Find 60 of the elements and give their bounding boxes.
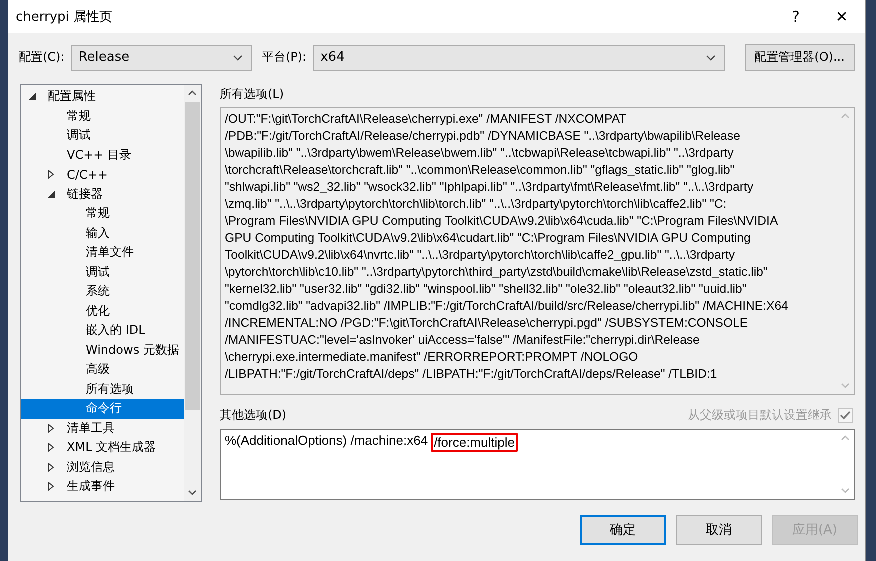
scroll-down-icon	[841, 488, 850, 494]
scrollbar[interactable]	[184, 85, 201, 501]
option-line: /OUT:"F:\git\TorchCraftAI\Release\cherrypi.exe" /MANIFEST /NXCOMPAT	[225, 111, 628, 128]
tree-item[interactable]: 高级	[21, 360, 184, 380]
option-line: /MANIFESTUAC:"level='asInvoker' uiAccess='false'" /ManifestFile:"cherrypi.dir\Release	[225, 332, 701, 349]
tree-item[interactable]: 清单工具	[21, 418, 184, 438]
tree-item[interactable]: 所有选项	[21, 380, 184, 399]
tree-item[interactable]: 清单文件	[21, 243, 184, 262]
option-line: "shlwapi.lib" "ws2_32.lib" "wsock32.lib" "Iphlpapi.lib" "..\3rdparty\fmt\Release\fmt.lib" "..\..\3rdparty	[225, 179, 754, 196]
option-line: \cherrypi.exe.intermediate.manifest" /ERRORREPORT:PROMPT /NOLOGO	[225, 349, 640, 366]
chevron-down-icon	[232, 54, 243, 60]
option-line: /LIBPATH:"F:/git/TorchCraftAI/deps" /LIBPATH:"F:/git/TorchCraftAI/deps/Release" /TLBID:1	[225, 366, 718, 383]
chevron-down-icon	[706, 54, 716, 60]
tree-item[interactable]: XML 文档生成器	[21, 438, 184, 458]
option-line: \Program Files\NVIDIA GPU Computing Toolkit\CUDA\v9.2\lib\x64\cuda.lib" "C:\Program Files\NVIDIA	[225, 213, 780, 230]
option-line: \bwapilib.lib" "..\3rdparty\bwem\Release\bwem.lib" "..\tcbwapi\Release\tcbwapi.lib" "..\3rdparty	[225, 145, 735, 162]
tree-item[interactable]: 链接器	[21, 184, 184, 204]
tree-item[interactable]: 配置属性	[21, 87, 184, 106]
dialog-button[interactable]: 取消	[676, 515, 762, 545]
option-line: Toolkit\CUDA\v9.2\lib\x64\nvrtc.lib" "..\..\3rdparty\pytorch\torch\lib\caffe2_gpu.lib" "..\..\3rdparty	[225, 247, 736, 264]
option-line: \pytorch\torch\lib\c10.lib" "..\3rdparty\pytorch\third_party\zstd\build\cmake\lib\Release\zstd_static.lib"	[225, 264, 769, 281]
tree-item[interactable]: 调试	[21, 262, 184, 282]
tree-item[interactable]: 命令行	[21, 399, 184, 418]
scroll-up-icon	[841, 113, 850, 119]
window-title: cherrypi 属性页	[16, 8, 114, 26]
tree-item[interactable]: 生成事件	[21, 477, 184, 496]
other-options-label: 其他选项(D)	[220, 406, 288, 424]
tree-item[interactable]: 系统	[21, 282, 184, 302]
config-label: 配置(C):	[19, 49, 65, 66]
platform-label: 平台(P):	[262, 49, 307, 66]
all-options-label: 所有选项(L)	[220, 86, 286, 103]
scroll-down-icon	[841, 383, 850, 389]
tree-item[interactable]: 常规	[21, 106, 184, 126]
tree-item[interactable]: 优化	[21, 302, 184, 321]
dialog-button[interactable]: 确定	[580, 515, 666, 545]
tree-item[interactable]: 输入	[21, 224, 184, 243]
inherit-label: 从父级或项目默认设置继承	[688, 406, 832, 424]
option-line: /PDB:"F:/git/TorchCraftAI/Release/cherrypi.pdb" /DYNAMICBASE "..\3rdparty\bwapilib\Release	[225, 128, 742, 145]
scroll-up-icon	[188, 90, 197, 96]
option-text: %(AdditionalOptions) /machine:x64	[225, 433, 428, 448]
platform-dropdown[interactable]: x64	[312, 44, 725, 70]
tree-item[interactable]: 浏览信息	[21, 458, 184, 477]
tree-item[interactable]: 调试	[21, 126, 184, 146]
tree-item[interactable]: Windows 元数据	[21, 340, 184, 360]
tree-item[interactable]: 常规	[21, 204, 184, 224]
tree-item[interactable]: VC++ 目录	[21, 146, 184, 165]
option-line: "kernel32.lib" "user32.lib" "gdi32.lib" "winspool.lib" "shell32.lib" "ole32.lib" "oleaut32.lib" "uuid.lib"	[225, 281, 748, 298]
option-line: GPU Computing Toolkit\CUDA\v9.2\lib\x64\cudart.lib" "C:\Program Files\NVIDIA GPU Computing	[225, 230, 752, 247]
tree-item[interactable]: 嵌入的 IDL	[21, 321, 184, 340]
config-manager-button[interactable]: 配置管理器(O)...	[744, 44, 855, 71]
option-line: /INCREMENTAL:NO /PGD:"F:\git\TorchCraftAI\Release\cherrypi.pgd" /SUBSYSTEM:CONSOLE	[225, 315, 750, 332]
option-line: "comdlg32.lib" "advapi32.lib" /IMPLIB:"F:/git/TorchCraftAI/build/src/Release/cherrypi.lib" /MACHINE:X64	[225, 298, 790, 315]
highlighted-option: /force:multiple	[431, 433, 518, 452]
scroll-up-icon	[841, 435, 850, 441]
config-dropdown[interactable]: Release	[70, 44, 252, 70]
option-line: \zmq.lib" "..\..\3rdparty\pytorch\torch\lib\torch.lib" "..\..\3rdparty\pytorch\torch\lib\caffe2.lib" "C:	[225, 196, 728, 213]
tree-item[interactable]: C/C++	[21, 165, 184, 184]
option-line: \torchcraft\Release\torchcraft.lib" "..\common\Release\common.lib" "gflags_static.lib" "glog.lib"	[225, 162, 736, 179]
other-options-field[interactable]: %(AdditionalOptions) /machine:x64 /force:multiple	[220, 429, 855, 500]
scroll-down-icon	[188, 490, 197, 496]
